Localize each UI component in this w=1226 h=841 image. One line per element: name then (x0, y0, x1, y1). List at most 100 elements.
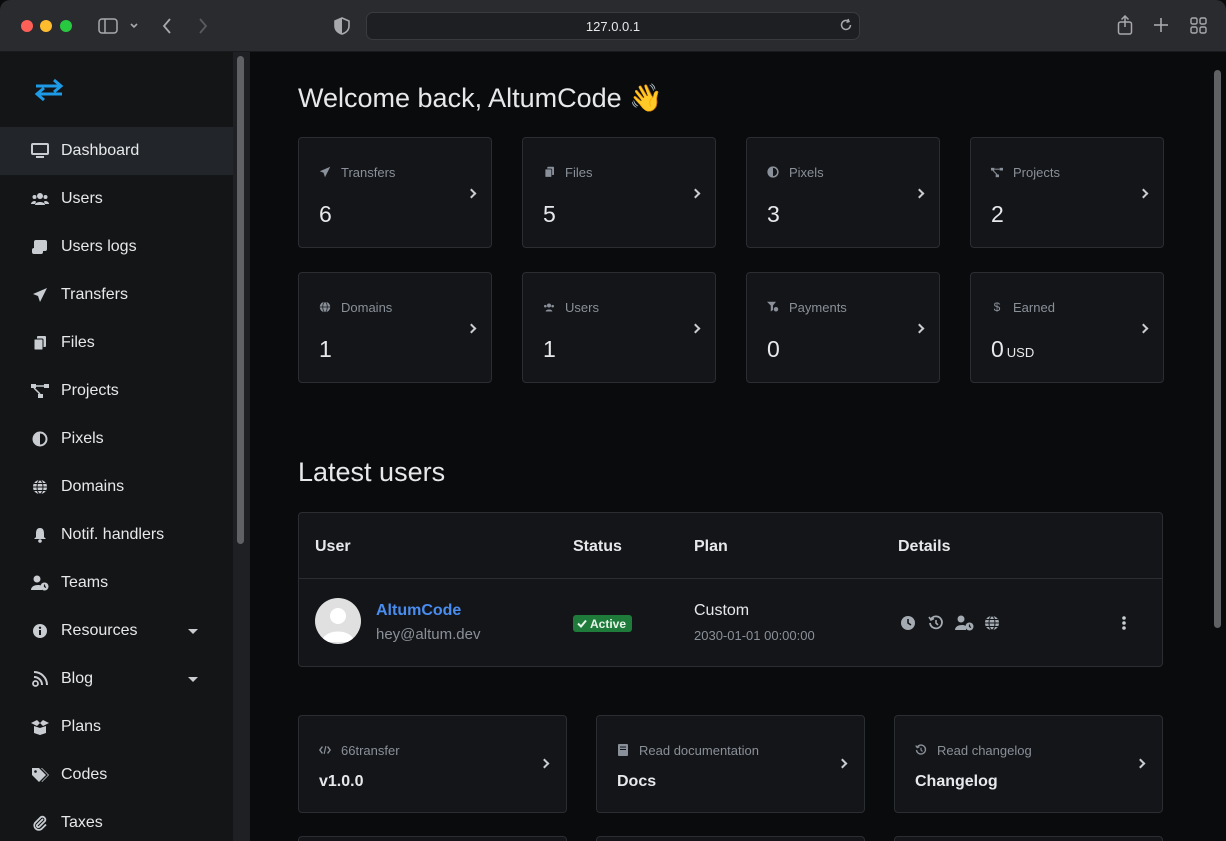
stat-label: Transfers (341, 165, 396, 180)
chevron-right-icon (1138, 323, 1149, 334)
table-divider (299, 578, 1162, 579)
stat-value: 6 (319, 201, 332, 227)
stat-label: Domains (341, 300, 393, 315)
sidebar-item-label: Blog (61, 670, 94, 687)
tags-icon (31, 766, 49, 784)
sidebar-item-users[interactable]: Users (0, 175, 233, 223)
project-diagram-icon (31, 382, 49, 400)
bell-icon (31, 526, 49, 544)
share-icon[interactable] (1117, 14, 1133, 39)
column-header-details: Details (898, 538, 951, 555)
minimize-window-button[interactable] (40, 20, 52, 32)
sidebar-item-codes[interactable]: Codes (0, 751, 233, 799)
chevron-down-icon[interactable] (129, 19, 139, 35)
monitor-icon (31, 142, 49, 160)
copy-icon (31, 334, 49, 352)
info-card-value: Changelog (915, 773, 998, 790)
stat-value: 1 (319, 336, 332, 362)
info-card-value: v1.0.0 (319, 773, 364, 790)
browser-toolbar: 127.0.0.1 (0, 0, 1226, 52)
new-tab-icon[interactable] (1153, 17, 1169, 37)
stat-card-payments[interactable]: Payments 0 (746, 272, 940, 383)
box-open-icon (31, 718, 49, 736)
user-name-link[interactable]: AltumCode (376, 602, 461, 620)
stat-card-transfers[interactable]: Transfers 6 (298, 137, 492, 248)
more-options-icon[interactable] (1121, 614, 1127, 632)
earned-currency: USD (1006, 345, 1035, 360)
earned-amount: 0 (991, 336, 1004, 362)
sidebar-scrollbar[interactable] (237, 56, 244, 544)
sidebar-toggle-icon[interactable] (98, 18, 118, 38)
info-card-label: Read documentation (639, 743, 759, 758)
sidebar-item-dashboard[interactable]: Dashboard (0, 127, 233, 175)
info-card-label: Read changelog (937, 743, 1032, 758)
sidebar-item-label: Transfers (61, 286, 128, 303)
stat-card-files[interactable]: Files 5 (522, 137, 716, 248)
sidebar-item-teams[interactable]: Teams (0, 559, 233, 607)
stat-label: Payments (789, 300, 847, 315)
changelog-card[interactable]: Read changelog Changelog (894, 715, 1163, 813)
funnel-dollar-icon (767, 301, 779, 313)
chevron-right-icon (466, 323, 477, 334)
sidebar-item-transfers[interactable]: Transfers (0, 271, 233, 319)
chevron-right-icon (1135, 758, 1146, 769)
sidebar-item-label: Codes (61, 766, 108, 783)
sidebar-item-label: Notif. handlers (61, 526, 165, 543)
privacy-shield-icon[interactable] (334, 17, 350, 39)
sidebar-item-resources[interactable]: Resources (0, 607, 233, 655)
stat-value: 0 (767, 336, 780, 362)
stat-card-domains[interactable]: Domains 1 (298, 272, 492, 383)
sidebar-item-notif-handlers[interactable]: Notif. handlers (0, 511, 233, 559)
stat-card-projects[interactable]: Projects 2 (970, 137, 1164, 248)
chevron-right-icon (466, 188, 477, 199)
check-icon (577, 619, 587, 628)
info-circle-icon (31, 622, 49, 640)
globe-icon[interactable] (983, 614, 1001, 632)
sidebar-item-label: Plans (61, 718, 102, 735)
tab-overview-icon[interactable] (1190, 17, 1207, 38)
paperclip-icon (31, 814, 49, 832)
sidebar-item-domains[interactable]: Domains (0, 463, 233, 511)
sidebar-item-label: Pixels (61, 430, 104, 447)
forward-icon[interactable] (197, 17, 209, 39)
sidebar-item-users-logs[interactable]: Users logs (0, 223, 233, 271)
stat-value: 2 (991, 201, 1004, 227)
back-icon[interactable] (161, 17, 173, 39)
status-badge-label: Active (590, 616, 627, 631)
version-card[interactable]: 66transfer v1.0.0 (298, 715, 567, 813)
stat-label: Pixels (789, 165, 824, 180)
sidebar-item-pixels[interactable]: Pixels (0, 415, 233, 463)
latest-users-table: User Status Plan Details AltumCode hey@a… (298, 512, 1163, 667)
info-card-partial[interactable] (298, 836, 567, 841)
sidebar-item-blog[interactable]: Blog (0, 655, 233, 703)
main-scrollbar[interactable] (1214, 70, 1221, 628)
user-email: hey@altum.dev (376, 626, 481, 643)
paper-plane-icon (319, 166, 331, 178)
clock-icon[interactable] (899, 614, 917, 632)
adjust-icon (31, 430, 49, 448)
history-icon[interactable] (927, 614, 945, 632)
sidebar-item-plans[interactable]: Plans (0, 703, 233, 751)
info-card-partial[interactable] (596, 836, 865, 841)
logo-icon[interactable] (33, 78, 65, 102)
documentation-card[interactable]: Read documentation Docs (596, 715, 865, 813)
user-clock-icon (31, 574, 49, 592)
stat-label: Earned (1013, 300, 1055, 315)
caret-down-icon (188, 628, 198, 634)
users-icon (31, 190, 49, 208)
stat-card-users[interactable]: Users 1 (522, 272, 716, 383)
close-window-button[interactable] (21, 20, 33, 32)
sidebar-item-files[interactable]: Files (0, 319, 233, 367)
adjust-icon (767, 166, 779, 178)
avatar[interactable] (315, 598, 361, 644)
stat-card-earned[interactable]: $ Earned 0 USD (970, 272, 1164, 383)
user-clock-icon[interactable] (955, 614, 975, 632)
sidebar-item-projects[interactable]: Projects (0, 367, 233, 415)
zoom-window-button[interactable] (60, 20, 72, 32)
reload-icon[interactable] (839, 18, 853, 37)
stat-card-pixels[interactable]: Pixels 3 (746, 137, 940, 248)
sidebar-item-taxes[interactable]: Taxes (0, 799, 233, 841)
info-card-partial[interactable] (894, 836, 1163, 841)
address-bar[interactable]: 127.0.0.1 (366, 12, 860, 40)
page-title: Welcome back, AltumCode 👋 (298, 83, 663, 113)
